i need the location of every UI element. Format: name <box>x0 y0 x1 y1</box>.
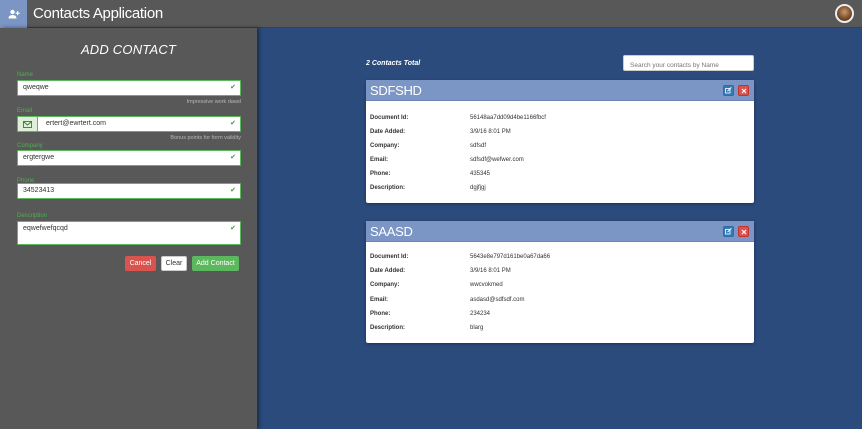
contact-name: SDFSHD <box>370 83 422 98</box>
description-label: Description <box>17 213 48 219</box>
name-field-value: qweqwe <box>23 84 49 91</box>
phone-field[interactable]: 34523413 ✔ <box>17 183 241 199</box>
contact-card: SDFSHD Document Id: 56148aa7dd09d4be1166… <box>366 80 754 203</box>
avatar[interactable] <box>835 4 854 23</box>
description-field-value: eqwefwefqcqd <box>23 225 68 232</box>
company-row: Company: sdfsdf <box>370 143 486 149</box>
edit-icon[interactable] <box>723 226 734 237</box>
date-added-value: 3/9/16 8:01 PM <box>470 268 511 274</box>
email-field-value: ertert@ewrtert.com <box>46 120 107 127</box>
phone-value: 234234 <box>470 311 491 317</box>
contact-card-header: SDFSHD <box>366 80 754 101</box>
envelope-icon <box>18 117 38 131</box>
phone-row: Phone: 234234 <box>370 311 490 317</box>
company-label: Company: <box>370 143 400 149</box>
phone-label: Phone: <box>370 171 391 177</box>
check-icon: ✔ <box>230 120 236 127</box>
doc-id-value: 56148aa7dd09d4be1166fbcf <box>470 115 546 121</box>
panel-title: ADD CONTACT <box>80 42 177 57</box>
name-field[interactable]: qweqwe ✔ <box>17 80 241 96</box>
company-value: wwcvokmed <box>470 282 503 288</box>
date-added-label: Date Added: <box>370 129 406 135</box>
description-value: dgjfjgj <box>470 185 486 191</box>
company-value: sdfsdf <box>470 143 487 149</box>
check-icon: ✔ <box>230 225 236 232</box>
email-label: Email <box>17 108 33 114</box>
company-field[interactable]: ergtergwe ✔ <box>17 150 241 166</box>
cancel-button[interactable]: Cancel <box>125 256 156 271</box>
add-contact-button[interactable]: Add Contact <box>192 256 239 271</box>
contacts-total: 2 Contacts Total <box>366 60 421 67</box>
email-value: asdasd@sdfsdf.com <box>470 297 525 303</box>
company-field-value: ergtergwe <box>23 154 55 161</box>
check-icon: ✔ <box>230 154 236 161</box>
search-input[interactable] <box>623 55 754 71</box>
check-icon: ✔ <box>230 187 236 194</box>
phone-value: 435345 <box>470 171 491 177</box>
clear-button[interactable]: Clear <box>161 256 187 271</box>
email-hint: Bonus points for form validity <box>170 135 241 141</box>
top-bar: Contacts Application <box>0 0 862 28</box>
phone-field-value: 34523413 <box>23 187 55 194</box>
description-label: Description: <box>370 325 406 331</box>
doc-id-row: Document Id: 56148aa7dd09d4be1166fbcf <box>370 115 546 121</box>
contact-card-header: SAASD <box>366 221 754 242</box>
contact-card: SAASD Document Id: 5643e8e797d161be0a67d… <box>366 221 754 343</box>
email-value: sdfsdf@wefwer.com <box>470 157 524 163</box>
email-row: Email: asdasd@sdfsdf.com <box>370 297 524 303</box>
date-added-label: Date Added: <box>370 268 406 274</box>
name-label: Name <box>17 72 34 78</box>
description-value: blarg <box>470 325 484 331</box>
company-row: Company: wwcvokmed <box>370 282 503 288</box>
edit-icon[interactable] <box>723 85 734 96</box>
description-row: Description: dgjfjgj <box>370 185 486 191</box>
add-contact-panel: ADD CONTACT Name qweqwe ✔ Impressive wor… <box>0 28 257 429</box>
email-row: Email: sdfsdf@wefwer.com <box>370 157 524 163</box>
description-label: Description: <box>370 185 406 191</box>
close-icon[interactable] <box>738 85 749 96</box>
doc-id-value: 5643e8e797d161be0a67da66 <box>470 254 551 260</box>
email-label: Email: <box>370 157 389 163</box>
user-plus-icon[interactable] <box>0 0 27 28</box>
date-added-value: 3/9/16 8:01 PM <box>470 129 511 135</box>
email-field[interactable]: ertert@ewrtert.com ✔ <box>17 116 241 132</box>
date-added-row: Date Added: 3/9/16 8:01 PM <box>370 268 511 274</box>
app-title: Contacts Application <box>33 5 163 22</box>
email-label: Email: <box>370 297 389 303</box>
name-hint: Impressive work dawd <box>186 99 241 105</box>
company-label: Company: <box>370 282 400 288</box>
description-row: Description: blarg <box>370 325 483 331</box>
company-label: Company <box>17 143 43 149</box>
check-icon: ✔ <box>230 84 236 91</box>
doc-id-label: Document Id: <box>370 254 409 260</box>
phone-label: Phone: <box>370 311 391 317</box>
contact-name: SAASD <box>370 224 413 239</box>
close-icon[interactable] <box>738 226 749 237</box>
date-added-row: Date Added: 3/9/16 8:01 PM <box>370 129 511 135</box>
doc-id-row: Document Id: 5643e8e797d161be0a67da66 <box>370 254 550 260</box>
phone-row: Phone: 435345 <box>370 171 490 177</box>
doc-id-label: Document Id: <box>370 115 409 121</box>
description-field[interactable]: eqwefwefqcqd ✔ <box>17 221 241 245</box>
